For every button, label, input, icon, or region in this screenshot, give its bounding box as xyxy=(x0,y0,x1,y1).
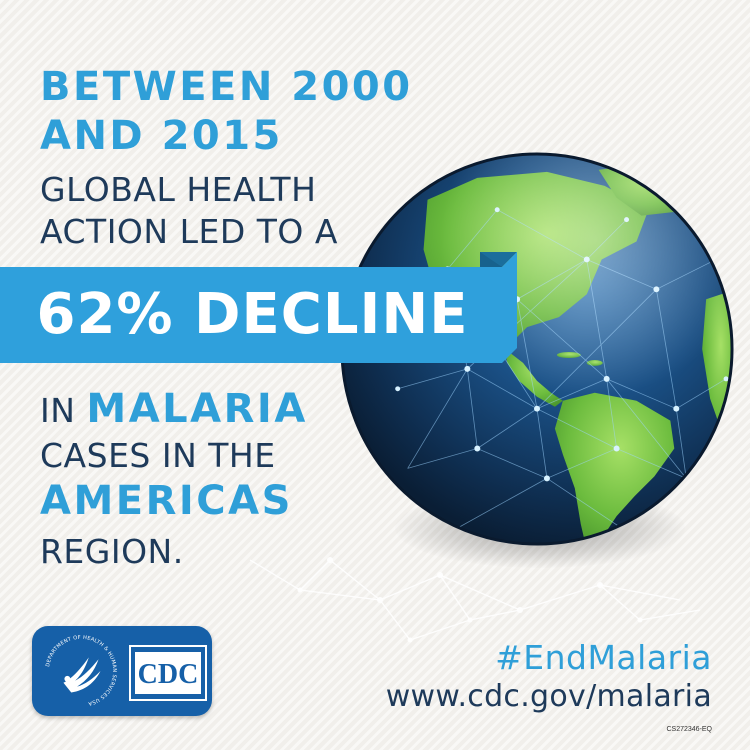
body-line-3: AMERICAS xyxy=(40,478,293,524)
hhs-eagle-seal-icon: DEPARTMENT OF HEALTH & HUMAN SERVICES US… xyxy=(45,635,117,707)
body-line-4: REGION. xyxy=(40,532,184,571)
body-line-1-highlight: MALARIA xyxy=(86,386,308,432)
headline-line-3: GLOBAL HEALTH xyxy=(40,170,317,209)
headline-line-2: AND 2015 xyxy=(40,113,283,159)
hashtag-text: #EndMalaria xyxy=(495,638,712,677)
document-code: CS272346-EQ xyxy=(666,726,712,733)
body-line-1: IN MALARIA xyxy=(40,386,308,440)
hhs-cdc-logo-card: DEPARTMENT OF HEALTH & HUMAN SERVICES US… xyxy=(32,626,212,716)
cdc-logo-text: CDC xyxy=(138,659,199,690)
body-line-1-prefix: IN xyxy=(40,391,87,430)
website-url[interactable]: www.cdc.gov/malaria xyxy=(386,679,712,714)
cdc-logo-icon: CDC xyxy=(128,644,208,702)
infographic-canvas: BETWEEN 2000 AND 2015 GLOBAL HEALTH ACTI… xyxy=(0,0,750,750)
headline-line-4: ACTION LED TO A xyxy=(40,212,338,251)
decline-statistic: 62% DECLINE xyxy=(36,282,469,347)
headline-line-1: BETWEEN 2000 xyxy=(40,64,413,110)
body-line-2: CASES IN THE xyxy=(40,436,276,475)
